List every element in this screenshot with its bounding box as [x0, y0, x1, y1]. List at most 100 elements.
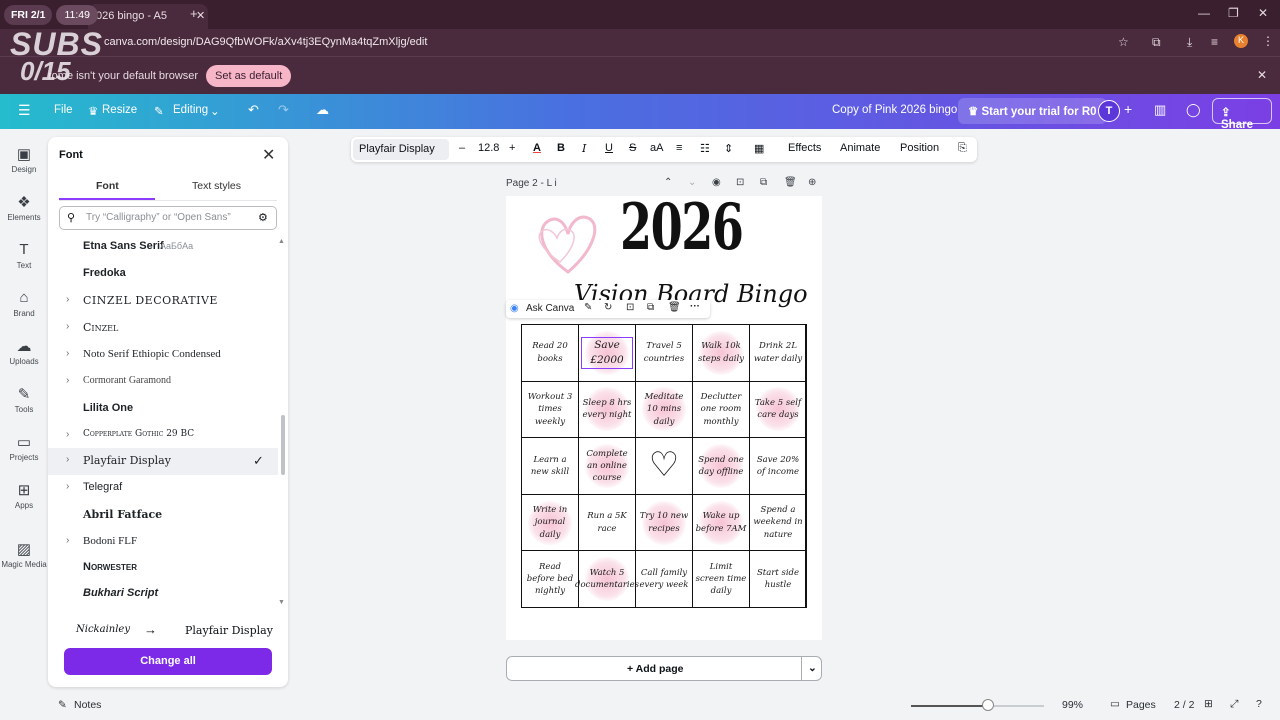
download-icon[interactable]: ⤓ [1187, 35, 1192, 50]
cloud-save-icon[interactable]: ☁ [316, 102, 329, 118]
pages-icon[interactable]: ▭ [1110, 698, 1120, 710]
window-close-icon[interactable]: ✕ [1258, 6, 1268, 20]
start-trial-button[interactable]: ♛ Start your trial for R0 [958, 98, 1107, 124]
design-title[interactable]: 2026 [620, 190, 744, 265]
effects-button[interactable]: Effects [788, 142, 821, 154]
chevron-down-icon[interactable]: ⌄ [688, 177, 696, 188]
new-tab-icon[interactable]: + [190, 6, 198, 21]
font-item[interactable]: › Copperplate Gothic 29 BC [48, 423, 278, 450]
file-menu[interactable]: File [54, 104, 73, 116]
font-size-input[interactable]: 12.8 [478, 142, 499, 154]
close-panel-icon[interactable]: ✕ [262, 145, 275, 165]
font-item[interactable]: › Bodoni FLF [48, 529, 278, 556]
underline-icon[interactable]: U [605, 142, 613, 154]
bingo-cell[interactable]: Wake up before 7AM [692, 493, 750, 552]
grid-view-icon[interactable]: ⊞ [1204, 698, 1213, 710]
url-text[interactable]: canva.com/design/DAG9QfbWOFk/aXv4tj3EQyn… [104, 36, 427, 48]
editing-mode-button[interactable]: Editing [173, 104, 208, 116]
bookmark-star-icon[interactable]: ☆ [1118, 35, 1129, 49]
font-item[interactable]: › Noto Serif Ethiopic Condensed [48, 342, 278, 369]
duplicate-icon[interactable]: ⧉ [647, 302, 654, 313]
scroll-down-icon[interactable]: ▼ [278, 599, 285, 606]
rotate-icon[interactable]: ↻ [604, 302, 612, 313]
minimize-icon[interactable]: — [1198, 6, 1210, 20]
font-item[interactable]: › Telegraf [48, 475, 278, 502]
bingo-cell-heart[interactable]: ♡ [635, 437, 693, 495]
address-bar[interactable]: canva.com/design/DAG9QfbWOFk/aXv4tj3EQyn… [0, 29, 1280, 56]
notes-icon[interactable]: ✎ [58, 699, 67, 711]
rail-item-uploads[interactable]: ☁ Uploads [0, 337, 48, 366]
bingo-cell[interactable]: Sleep 8 hrs every night [578, 380, 636, 439]
tab-text-styles[interactable]: Text styles [192, 180, 241, 192]
font-list-scrollbar[interactable] [281, 415, 285, 475]
font-family-select[interactable]: Playfair Display [353, 139, 449, 160]
bingo-cell[interactable]: Take 5 self care days [749, 380, 807, 439]
restore-icon[interactable]: ❐ [1228, 6, 1239, 20]
bingo-cell[interactable]: Spend one day offline [692, 437, 750, 495]
chevron-right-icon[interactable]: › [66, 454, 69, 465]
bingo-cell[interactable]: Save £2000 [578, 324, 636, 382]
page-label[interactable]: Page 2 - L i [506, 178, 557, 189]
change-all-button[interactable]: Change all [64, 648, 272, 675]
comments-icon[interactable]: ◯ [1186, 102, 1201, 118]
rail-item-text[interactable]: T Text [0, 241, 48, 270]
heart-doodle-graphic[interactable] [530, 202, 606, 282]
bingo-cell[interactable]: Save 20% of income [749, 437, 807, 495]
bingo-cell[interactable]: Call family every week [635, 550, 693, 608]
rail-item-projects[interactable]: ▭ Projects [0, 433, 48, 462]
strikethrough-icon[interactable]: S [629, 142, 636, 154]
bingo-cell[interactable]: Learn a new skill [521, 437, 579, 495]
zoom-percentage[interactable]: 99% [1062, 699, 1083, 711]
font-item[interactable]: Bukhari Script [48, 581, 278, 608]
undo-icon[interactable]: ↶ [248, 102, 259, 118]
browser-menu-icon[interactable]: ⋮ [1262, 34, 1274, 48]
decrease-size-icon[interactable]: – [459, 142, 465, 154]
font-item[interactable]: › Cormorant Garamond [48, 369, 278, 396]
delete-page-icon[interactable]: 🗑 [784, 177, 797, 188]
chevron-right-icon[interactable]: › [66, 429, 69, 440]
hide-page-icon[interactable]: ◉ [712, 177, 721, 188]
notes-button[interactable]: Notes [74, 699, 101, 711]
bingo-cell[interactable]: Read before bed nightly [521, 550, 579, 608]
transparency-icon[interactable]: ▦ [754, 142, 764, 155]
resize-button[interactable]: Resize [102, 104, 137, 116]
position-button[interactable]: Position [900, 142, 939, 154]
filter-icon[interactable]: ⚙ [258, 211, 268, 224]
list-icon[interactable]: ☷ [700, 142, 710, 155]
ask-canva-button[interactable]: Ask Canva [526, 303, 574, 314]
text-color-icon[interactable]: A [533, 142, 541, 154]
font-item-selected[interactable]: › Playfair Display ✓ [48, 448, 278, 475]
animate-button[interactable]: Animate [840, 142, 880, 154]
delete-icon[interactable]: 🗑 [668, 302, 681, 313]
add-collaborator-icon[interactable]: + [1124, 101, 1132, 117]
bingo-cell[interactable]: Watch 5 documentaries [575, 550, 639, 608]
bold-icon[interactable]: B [557, 142, 565, 154]
user-avatar[interactable]: T [1098, 100, 1120, 122]
scroll-up-icon[interactable]: ▲ [278, 238, 285, 245]
menu-icon[interactable]: ☰ [18, 102, 31, 119]
chevron-right-icon[interactable]: › [66, 348, 69, 359]
chevron-up-icon[interactable]: ⌃ [664, 177, 672, 188]
pages-button[interactable]: Pages [1126, 699, 1156, 711]
chevron-right-icon[interactable]: › [66, 321, 69, 332]
copy-style-icon[interactable]: ⎘ [958, 142, 967, 155]
bingo-cell[interactable]: Write in journal daily [521, 493, 579, 552]
insights-icon[interactable]: ▥ [1154, 102, 1166, 118]
share-button[interactable]: ⇪ Share [1212, 98, 1272, 131]
chevron-right-icon[interactable]: › [66, 535, 69, 546]
font-item[interactable]: › Cinzel [48, 315, 278, 342]
rail-item-magic-media[interactable]: ▨ Magic Media [0, 540, 48, 569]
add-page-icon[interactable]: ⊕ [808, 177, 816, 188]
bingo-cell[interactable]: Drink 2L water daily [749, 324, 807, 382]
infobar-close-icon[interactable]: ✕ [1257, 68, 1267, 82]
duplicate-page-icon[interactable]: ⧉ [760, 177, 767, 188]
add-page-button[interactable]: + Add page ⌄ [506, 656, 822, 681]
bingo-cell[interactable]: Start side hustle [749, 550, 807, 608]
help-icon[interactable]: ? [1256, 698, 1262, 710]
bingo-cell[interactable]: Try 10 new recipes [635, 493, 693, 552]
rail-item-design[interactable]: ▣ Design [0, 145, 48, 174]
extensions-icon[interactable]: ⧉ [1152, 35, 1161, 50]
set-default-button[interactable]: Set as default [206, 65, 292, 87]
bingo-cell[interactable]: Meditate 10 mins daily [635, 380, 693, 439]
profile-avatar[interactable]: K [1234, 34, 1248, 48]
